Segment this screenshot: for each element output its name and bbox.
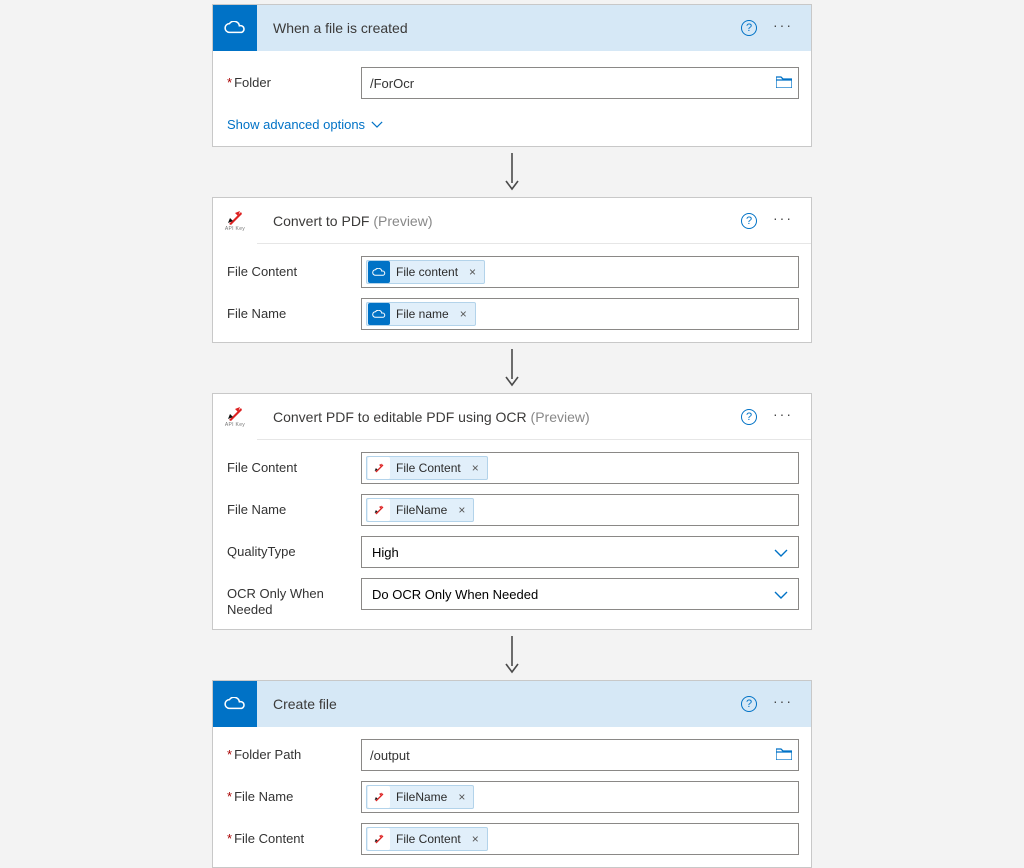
file-name-label: File Name <box>225 298 361 322</box>
cloud-icon <box>368 303 390 325</box>
step-create-file-card: Create file ? ··· *Folder Path /output <box>212 680 812 868</box>
folder-path-input[interactable]: /output <box>361 739 799 771</box>
file-content-input[interactable]: File Content × <box>361 823 799 855</box>
step-convert-pdf-card: API Key Convert to PDF (Preview) ? ··· F… <box>212 197 812 343</box>
dynamic-token[interactable]: File name × <box>366 302 476 326</box>
apikey-icon <box>368 457 390 479</box>
more-menu-icon[interactable]: ··· <box>773 406 793 428</box>
onedrive-icon <box>213 681 257 727</box>
flow-designer: When a file is created ? ··· *Folder /Fo… <box>212 4 812 868</box>
folder-picker-icon[interactable] <box>776 747 792 763</box>
folder-path-label: *Folder Path <box>225 739 361 763</box>
folder-input[interactable]: /ForOcr <box>361 67 799 99</box>
step-header[interactable]: API Key Convert to PDF (Preview) ? ··· <box>213 198 811 244</box>
step-title: Create file <box>257 696 741 712</box>
remove-token-icon[interactable]: × <box>468 832 487 846</box>
remove-token-icon[interactable]: × <box>454 503 473 517</box>
cloud-icon <box>368 261 390 283</box>
apikey-icon <box>368 786 390 808</box>
connector-arrow <box>212 153 812 191</box>
show-advanced-link[interactable]: Show advanced options <box>225 109 799 138</box>
file-content-label: File Content <box>225 256 361 280</box>
apikey-connector-icon: API Key <box>213 394 257 440</box>
file-content-label: File Content <box>225 452 361 476</box>
folder-label: *Folder <box>225 67 361 91</box>
help-icon[interactable]: ? <box>741 696 757 712</box>
file-name-label: *File Name <box>225 781 361 805</box>
help-icon[interactable]: ? <box>741 20 757 36</box>
file-name-input[interactable]: File name × <box>361 298 799 330</box>
file-content-input[interactable]: File content × <box>361 256 799 288</box>
remove-token-icon[interactable]: × <box>456 307 475 321</box>
remove-token-icon[interactable]: × <box>465 265 484 279</box>
dynamic-token[interactable]: FileName × <box>366 785 474 809</box>
quality-type-select[interactable]: High <box>361 536 799 568</box>
ocr-only-when-needed-label: OCR Only When Needed <box>225 578 361 617</box>
help-icon[interactable]: ? <box>741 409 757 425</box>
dynamic-token[interactable]: File Content × <box>366 456 488 480</box>
dynamic-token[interactable]: File Content × <box>366 827 488 851</box>
connector-arrow <box>212 349 812 387</box>
step-header[interactable]: When a file is created ? ··· <box>213 5 811 51</box>
quality-type-label: QualityType <box>225 536 361 560</box>
more-menu-icon[interactable]: ··· <box>773 17 793 39</box>
ocr-only-when-needed-select[interactable]: Do OCR Only When Needed <box>361 578 799 610</box>
step-title: When a file is created <box>257 20 741 36</box>
step-header[interactable]: API Key Convert PDF to editable PDF usin… <box>213 394 811 440</box>
file-content-input[interactable]: File Content × <box>361 452 799 484</box>
more-menu-icon[interactable]: ··· <box>773 210 793 232</box>
file-name-input[interactable]: FileName × <box>361 494 799 526</box>
remove-token-icon[interactable]: × <box>468 461 487 475</box>
file-name-input[interactable]: FileName × <box>361 781 799 813</box>
step-title: Convert PDF to editable PDF using OCR (P… <box>257 409 741 425</box>
step-header[interactable]: Create file ? ··· <box>213 681 811 727</box>
chevron-down-icon <box>774 545 788 560</box>
step-title: Convert to PDF (Preview) <box>257 213 741 229</box>
file-name-label: File Name <box>225 494 361 518</box>
file-content-label: *File Content <box>225 823 361 847</box>
apikey-icon <box>368 499 390 521</box>
connector-arrow <box>212 636 812 674</box>
step-ocr-card: API Key Convert PDF to editable PDF usin… <box>212 393 812 630</box>
more-menu-icon[interactable]: ··· <box>773 693 793 715</box>
help-icon[interactable]: ? <box>741 213 757 229</box>
remove-token-icon[interactable]: × <box>454 790 473 804</box>
dynamic-token[interactable]: FileName × <box>366 498 474 522</box>
onedrive-icon <box>213 5 257 51</box>
chevron-down-icon <box>774 587 788 602</box>
step-trigger-card: When a file is created ? ··· *Folder /Fo… <box>212 4 812 147</box>
apikey-icon <box>368 828 390 850</box>
folder-picker-icon[interactable] <box>776 75 792 91</box>
apikey-connector-icon: API Key <box>213 198 257 244</box>
dynamic-token[interactable]: File content × <box>366 260 485 284</box>
